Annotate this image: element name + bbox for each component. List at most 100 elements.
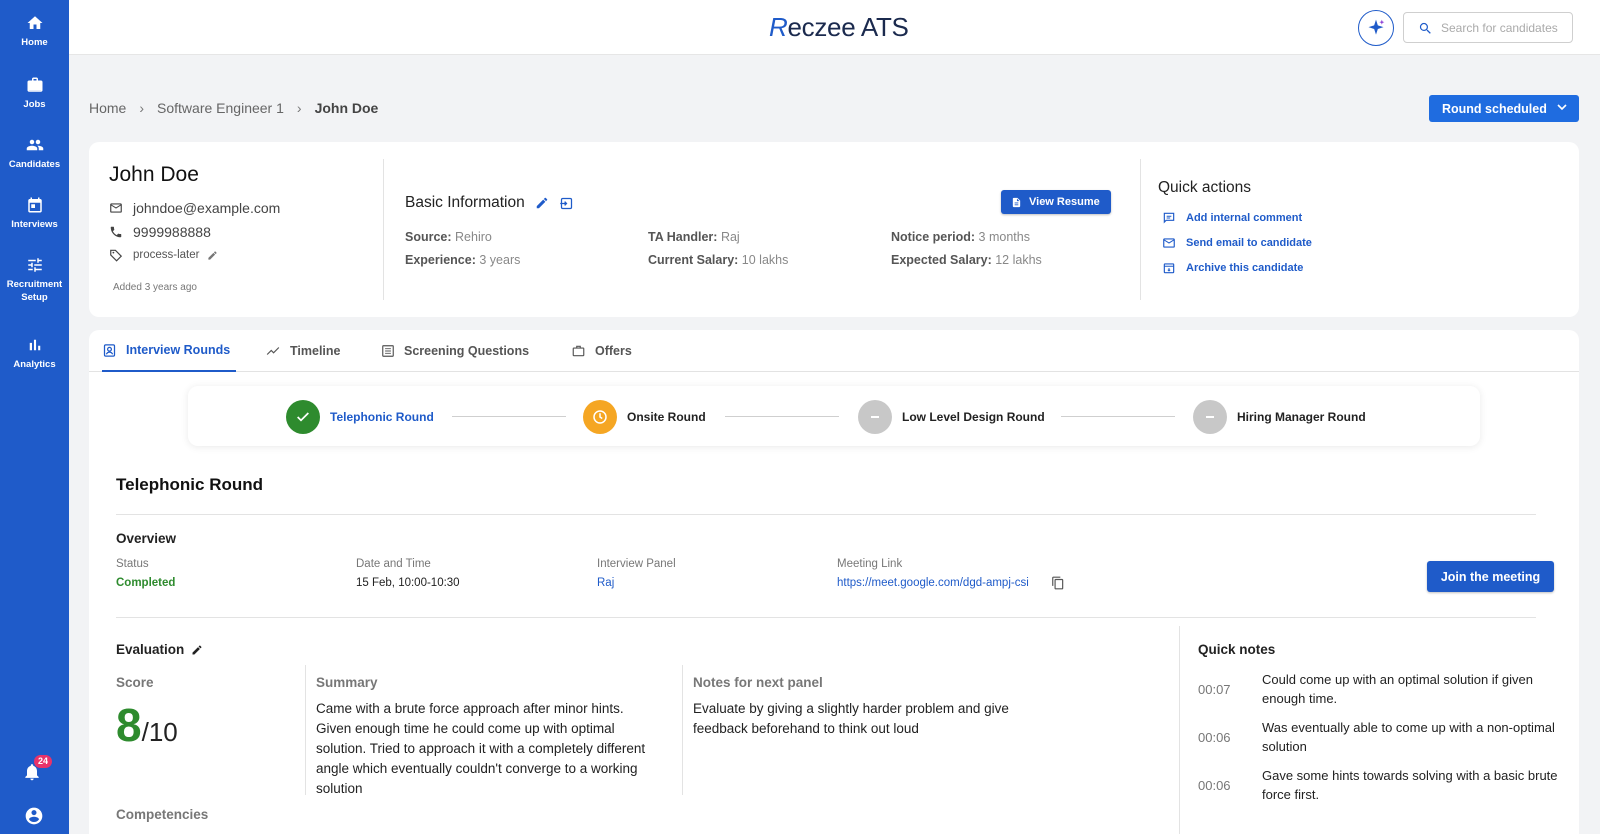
check-icon	[286, 400, 320, 434]
candidate-email-row: johndoe@example.com	[109, 200, 280, 216]
meeting-link-label: Meeting Link	[837, 558, 903, 570]
panel-value[interactable]: Raj	[597, 577, 614, 589]
archive-icon	[1163, 263, 1175, 274]
breadcrumb-job[interactable]: Software Engineer 1	[157, 100, 284, 116]
qa-label: Archive this candidate	[1186, 262, 1304, 274]
divider	[305, 665, 306, 795]
meeting-link[interactable]: https://meet.google.com/dgd-ampj-csi	[837, 577, 1029, 589]
breadcrumb: Home › Software Engineer 1 › John Doe	[89, 100, 378, 116]
edit-icon[interactable]	[535, 196, 549, 210]
app-logo[interactable]: Reczee ATS	[769, 12, 909, 43]
step-connector	[1061, 416, 1175, 417]
join-meeting-button[interactable]: Join the meeting	[1427, 561, 1554, 592]
step-connector	[452, 416, 566, 417]
sliders-icon	[27, 258, 42, 272]
view-resume-label: View Resume	[1029, 196, 1100, 208]
status-label: Status	[116, 558, 149, 570]
quick-notes-title: Quick notes	[1198, 642, 1276, 657]
copy-icon[interactable]	[1051, 575, 1065, 591]
search-box[interactable]	[1403, 12, 1573, 43]
sidebar-item-label: Home	[21, 37, 48, 48]
divider	[116, 514, 1536, 515]
sidebar-item-home[interactable]: Home	[0, 14, 69, 49]
note-timestamp[interactable]: 00:06	[1198, 778, 1231, 793]
add-internal-comment-link[interactable]: Add internal comment	[1162, 211, 1302, 225]
archive-candidate-link[interactable]: Archive this candidate	[1162, 261, 1303, 275]
account-icon[interactable]	[24, 806, 44, 826]
comment-icon	[1163, 212, 1175, 224]
step-telephonic-round[interactable]: Telephonic Round	[286, 400, 434, 434]
open-in-icon[interactable]	[559, 196, 574, 211]
score-denominator: /10	[141, 717, 178, 747]
briefcase-icon	[572, 345, 585, 357]
overview-title: Overview	[116, 531, 177, 546]
divider	[1140, 159, 1141, 300]
step-label: Onsite Round	[627, 410, 706, 424]
round-status-label: Round scheduled	[1442, 101, 1547, 116]
home-icon	[27, 16, 42, 29]
tab-timeline[interactable]: Timeline	[265, 330, 340, 372]
edit-icon[interactable]	[207, 250, 218, 261]
note-timestamp[interactable]: 00:06	[1198, 730, 1231, 745]
note-timestamp[interactable]: 00:07	[1198, 682, 1231, 697]
step-label: Low Level Design Round	[902, 410, 1045, 424]
step-onsite-round[interactable]: Onsite Round	[583, 400, 706, 434]
sidebar-item-analytics[interactable]: Analytics	[0, 336, 69, 371]
interview-icon	[103, 343, 116, 357]
clock-icon	[583, 400, 617, 434]
tab-interview-rounds[interactable]: Interview Rounds	[102, 330, 236, 372]
competencies-label: Competencies	[116, 807, 209, 822]
basic-info-title: Basic Information	[405, 194, 525, 211]
step-hiring-manager-round[interactable]: Hiring Manager Round	[1193, 400, 1366, 434]
divider	[1179, 626, 1180, 834]
candidate-email[interactable]: johndoe@example.com	[133, 200, 280, 216]
view-resume-button[interactable]: View Resume	[1001, 190, 1111, 214]
field-ta-handler: TA Handler: Raj	[648, 230, 740, 244]
sidebar-item-label: Jobs	[23, 99, 46, 110]
minus-icon	[858, 400, 892, 434]
people-icon	[26, 139, 43, 151]
sidebar-item-interviews[interactable]: Interviews	[0, 196, 69, 231]
sidebar-item-label: Recruitment Setup	[6, 279, 63, 303]
sidebar-item-recruitment-setup[interactable]: Recruitment Setup	[0, 256, 69, 304]
divider	[682, 665, 683, 795]
evaluation-header: Evaluation	[116, 642, 203, 657]
sidebar-item-label: Interviews	[11, 219, 58, 230]
panel-label: Interview Panel	[597, 558, 676, 570]
send-email-link[interactable]: Send email to candidate	[1162, 236, 1312, 250]
score-number: 8	[116, 699, 142, 751]
candidate-phone-row: 9999988888	[109, 224, 211, 240]
chevron-down-icon	[1557, 104, 1567, 111]
notes-label: Notes for next panel	[693, 675, 823, 690]
sidebar-item-jobs[interactable]: Jobs	[0, 76, 69, 111]
candidate-phone[interactable]: 9999988888	[133, 224, 211, 240]
step-label: Hiring Manager Round	[1237, 410, 1366, 424]
mail-icon	[1163, 238, 1175, 248]
field-source: Source: Rehiro	[405, 230, 492, 244]
ai-assistant-button[interactable]	[1358, 10, 1394, 46]
edit-icon[interactable]	[191, 644, 203, 656]
step-low-level-design-round[interactable]: Low Level Design Round	[858, 400, 1045, 434]
field-current-salary: Current Salary: 10 lakhs	[648, 253, 789, 267]
breadcrumb-home[interactable]: Home	[89, 100, 126, 116]
search-input[interactable]	[1441, 19, 1566, 37]
field-experience: Experience: 3 years	[405, 253, 521, 267]
tag-icon	[110, 249, 123, 262]
meeting-link-anchor[interactable]: https://meet.google.com/dgd-ampj-csi	[837, 577, 1029, 589]
notification-badge: 24	[34, 755, 53, 768]
tab-offers[interactable]: Offers	[571, 330, 632, 372]
divider	[116, 617, 1536, 618]
status-value: Completed	[116, 577, 176, 589]
interview-panel: Interview Rounds Timeline Screening Ques…	[89, 330, 1579, 834]
tab-screening-questions[interactable]: Screening Questions	[381, 330, 529, 372]
sparkle-icon	[1368, 19, 1385, 35]
search-icon	[1419, 22, 1431, 34]
score-value: 8/10	[116, 700, 178, 757]
field-notice-period: Notice period: 3 months	[891, 230, 1030, 244]
round-status-dropdown[interactable]: Round scheduled	[1429, 95, 1579, 122]
chevron-right-icon: ›	[139, 100, 145, 116]
field-expected-salary: Expected Salary: 12 lakhs	[891, 253, 1042, 267]
tab-label: Interview Rounds	[126, 343, 231, 357]
candidate-card: John Doe johndoe@example.com 9999988888 …	[89, 142, 1579, 317]
sidebar-item-candidates[interactable]: Candidates	[0, 136, 69, 171]
